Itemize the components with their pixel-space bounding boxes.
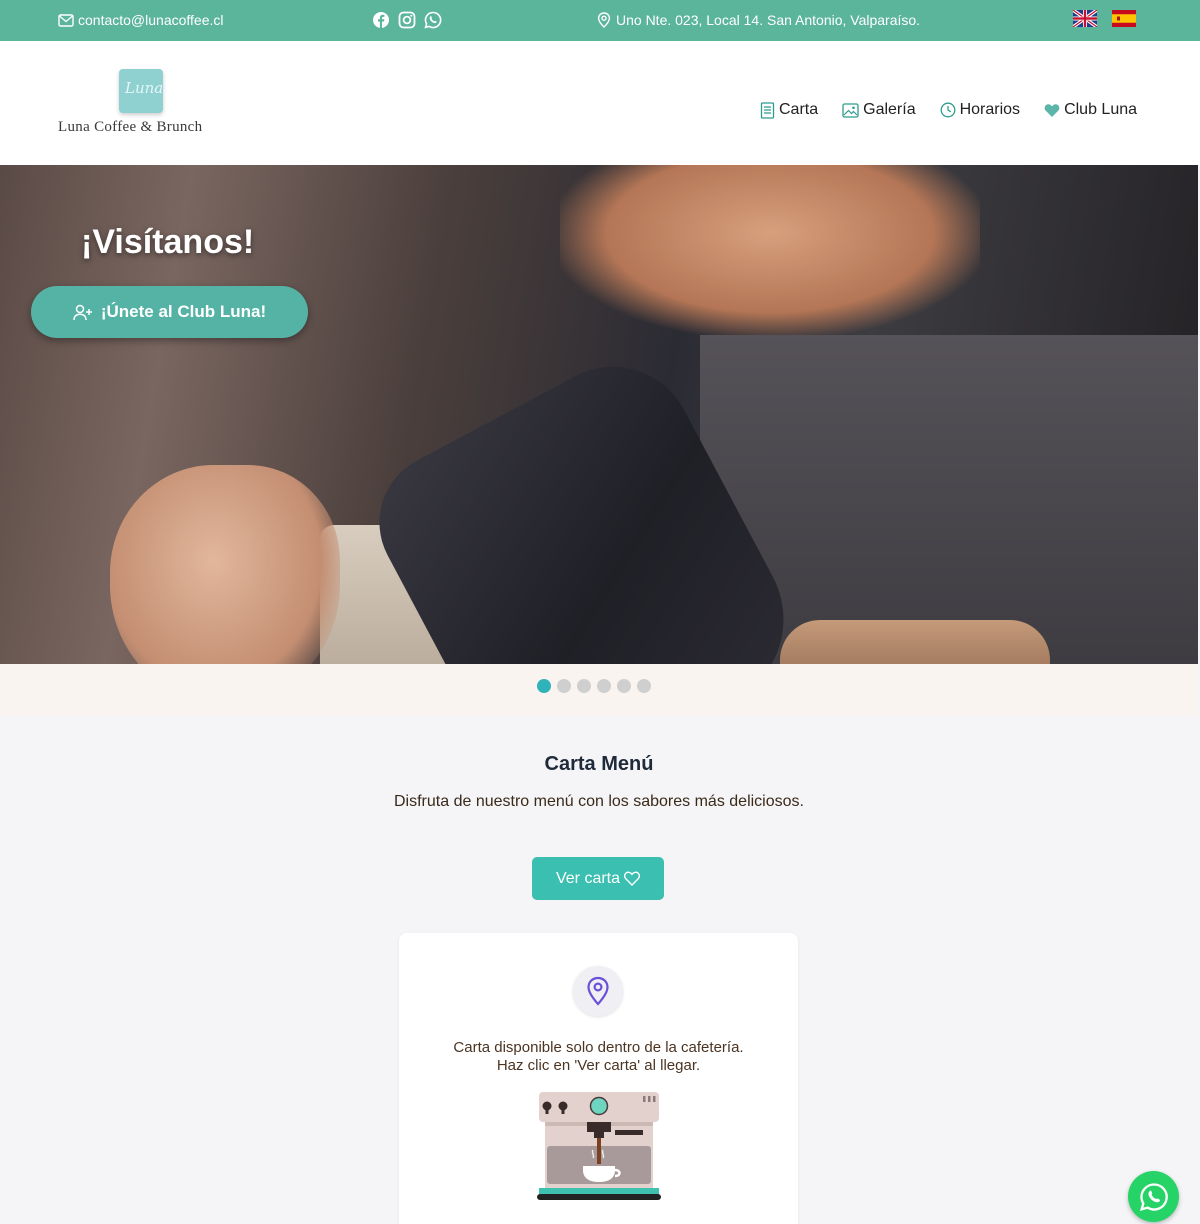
logo-mark: Luna [119,69,163,113]
slider-dot[interactable] [557,679,571,693]
notice-line-2: Haz clic en 'Ver carta' al llegar. [496,1057,701,1074]
view-menu-label: Ver carta [555,869,621,887]
slider-dot[interactable] [577,679,591,693]
slider-dots [537,679,651,693]
menu-notice-card: Carta disponible solo dentro de la cafet… [399,933,798,1224]
address[interactable]: Uno Nte. 023, Local 14. San Antonio, Val… [597,12,920,28]
logo[interactable]: Luna Luna Coffee & Brunch [58,69,233,139]
coffee-machine-illustration [537,1092,661,1200]
nav-label: Club Luna [1064,101,1138,118]
main-nav: Carta Galería Horarios Club Luna [760,101,1137,119]
language-switcher [1073,10,1136,27]
join-club-button[interactable]: ¡Únete al Club Luna! [31,286,308,338]
hero-photo-cup-front [780,620,1050,664]
view-menu-button[interactable]: Ver carta [532,857,664,900]
hero-photo-hand-left [110,465,340,664]
brand-name: Luna Coffee & Brunch [58,119,203,135]
slider-pagination [0,664,1198,716]
uk-flag-icon[interactable] [1073,10,1097,27]
email-link[interactable]: contacto@lunacoffee.cl [58,12,224,28]
logo-script: Luna [125,79,164,97]
clock-icon [940,102,956,118]
social-links [372,11,442,29]
menu-document-icon [760,101,775,119]
slider-dot[interactable] [617,679,631,693]
location-pin-icon [587,976,609,1006]
nav-item-carta[interactable]: Carta [760,101,818,119]
hero-slider[interactable]: ¡Visítanos! ¡Únete al Club Luna! [0,165,1198,664]
whatsapp-icon [1139,1182,1168,1211]
nav-label: Carta [779,101,819,118]
add-user-icon [73,304,92,320]
nav-item-club-luna[interactable]: Club Luna [1044,101,1137,119]
top-contact-bar: contacto@lunacoffee.cl Uno Nte. 023, Loc… [0,0,1200,41]
join-club-label: ¡Únete al Club Luna! [100,302,267,321]
spain-flag-icon[interactable] [1112,10,1136,27]
nav-item-galeria[interactable]: Galería [842,101,916,119]
image-icon [842,102,859,118]
nav-label: Horarios [959,101,1021,118]
email-text: contacto@lunacoffee.cl [78,12,224,28]
section-title: Carta Menú [544,753,654,775]
slider-dot[interactable] [637,679,651,693]
heart-icon [1044,103,1060,117]
mail-icon [58,13,74,27]
location-badge [573,966,623,1016]
instagram-icon[interactable] [398,11,416,29]
slider-dot[interactable] [537,679,551,693]
site-header: Luna Luna Coffee & Brunch Carta Galería … [0,41,1200,165]
notice-line-1: Carta disponible solo dentro de la cafet… [453,1039,744,1056]
nav-label: Galería [863,101,916,118]
location-pin-icon [597,12,611,28]
menu-notice-text: Carta disponible solo dentro de la cafet… [399,1039,798,1075]
heart-outline-icon [624,871,641,886]
whatsapp-float-button[interactable] [1128,1171,1179,1222]
address-text: Uno Nte. 023, Local 14. San Antonio, Val… [616,12,921,28]
section-subtitle: Disfruta de nuestro menú con los sabores… [394,793,804,810]
slider-dot[interactable] [597,679,611,693]
facebook-icon[interactable] [372,11,390,29]
nav-item-horarios[interactable]: Horarios [940,101,1020,119]
hero-title: ¡Visítanos! [81,223,255,261]
hero-photo-hand [560,165,980,335]
whatsapp-icon[interactable] [424,11,442,29]
